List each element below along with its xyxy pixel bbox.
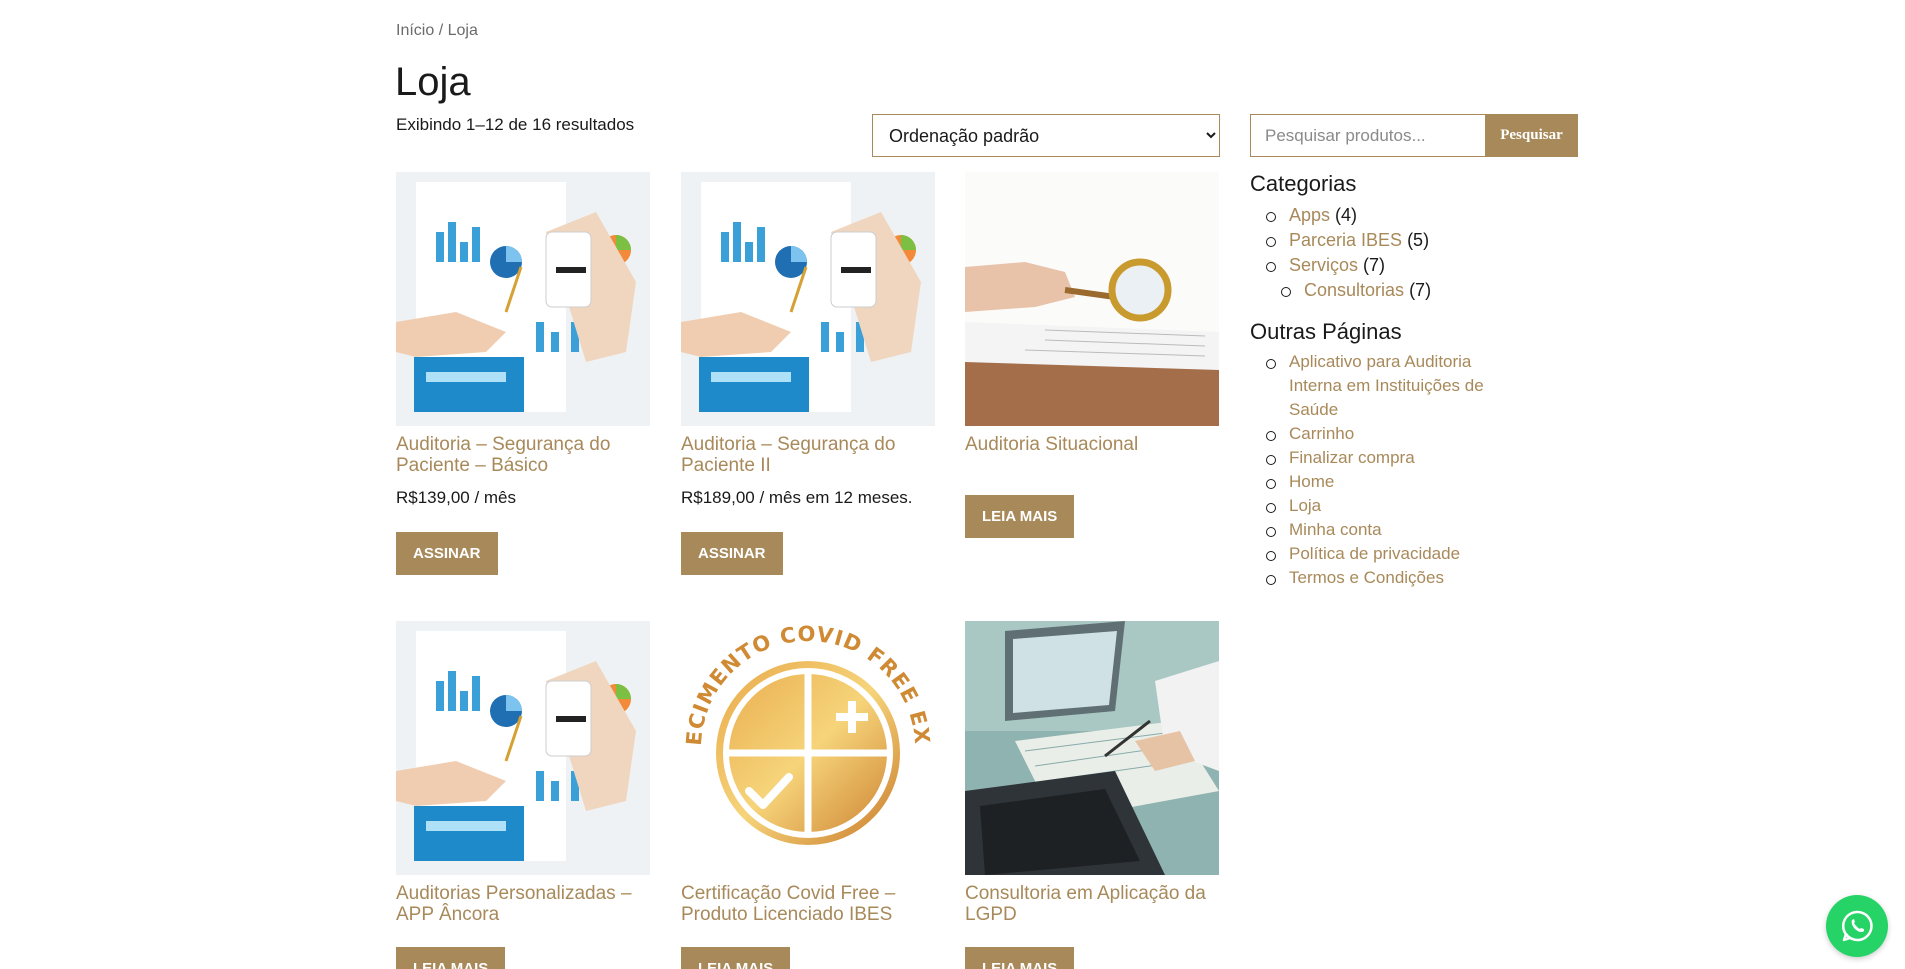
result-count: Exibindo 1–12 de 16 resultados xyxy=(396,115,635,134)
read-more-button[interactable]: Leia mais xyxy=(965,947,1075,969)
page-link-loja[interactable]: Loja xyxy=(1289,496,1321,515)
page-link-app-auditoria[interactable]: Aplicativo para Auditoria Interna em Ins… xyxy=(1289,352,1484,419)
product-price: R$139,00 / mês xyxy=(396,488,517,507)
charts-phone-illustration xyxy=(396,172,650,426)
product-title[interactable]: Consultoria em Aplicação da LGPD xyxy=(965,883,1219,925)
product-card: Consultoria em Aplicação da LGPD Leia ma… xyxy=(965,621,1219,969)
category-count: (7) xyxy=(1409,280,1432,300)
read-more-button[interactable]: Leia mais xyxy=(965,495,1075,538)
page-item: Loja xyxy=(1266,494,1496,518)
page-item: Aplicativo para Auditoria Interna em Ins… xyxy=(1266,350,1496,422)
laptop-writing-photo xyxy=(965,621,1219,875)
product-title[interactable]: Certificação Covid Free – Produto Licenc… xyxy=(681,883,935,925)
page-link-minha-conta[interactable]: Minha conta xyxy=(1289,520,1382,539)
breadcrumb: Início / Loja xyxy=(396,22,478,40)
search-input[interactable] xyxy=(1250,114,1485,157)
product-card: Auditoria – Segurança do Paciente – Bási… xyxy=(396,172,650,575)
product-search-form: Pesquisar xyxy=(1250,114,1578,157)
category-link[interactable]: Consultorias xyxy=(1304,280,1404,300)
category-item-apps: Apps (4) xyxy=(1266,203,1431,228)
category-link[interactable]: Apps xyxy=(1289,205,1330,225)
product-image-laptop[interactable] xyxy=(965,621,1219,875)
product-price: R$189,00 / mês em 12 meses. xyxy=(681,488,913,507)
search-button[interactable]: Pesquisar xyxy=(1485,114,1578,157)
subscribe-button[interactable]: Assinar xyxy=(396,532,498,575)
category-item-consultorias: Consultorias (7) xyxy=(1281,278,1431,303)
page-item: Finalizar compra xyxy=(1266,446,1496,470)
breadcrumb-home-link[interactable]: Início xyxy=(396,22,434,39)
product-card: Auditorias Personalizadas – APP Âncora L… xyxy=(396,621,650,969)
other-pages-list: Aplicativo para Auditoria Interna em Ins… xyxy=(1266,350,1496,590)
product-image-charts-phone[interactable] xyxy=(681,172,935,426)
covid-free-seal: ESTABELECIMENTO COVID FREE EXCELENTE xyxy=(681,621,935,875)
product-title[interactable]: Auditoria – Segurança do Paciente – Bási… xyxy=(396,434,650,476)
category-link[interactable]: Serviços xyxy=(1289,255,1358,275)
product-title[interactable]: Auditorias Personalizadas – APP Âncora xyxy=(396,883,650,925)
page-link-carrinho[interactable]: Carrinho xyxy=(1289,424,1354,443)
read-more-button[interactable]: Leia mais xyxy=(681,947,791,969)
page-link-home[interactable]: Home xyxy=(1289,472,1334,491)
page-link-termos[interactable]: Termos e Condições xyxy=(1289,568,1444,587)
other-pages-title: Outras Páginas xyxy=(1250,319,1402,344)
breadcrumb-current: Loja xyxy=(447,22,478,39)
page-link-privacidade[interactable]: Política de privacidade xyxy=(1289,544,1460,563)
charts-phone-illustration xyxy=(681,172,935,426)
product-image-magnifier[interactable] xyxy=(965,172,1219,426)
charts-phone-illustration xyxy=(396,621,650,875)
product-title[interactable]: Auditoria Situacional xyxy=(965,434,1219,455)
product-card: Auditoria Situacional Leia mais xyxy=(965,172,1219,538)
read-more-button[interactable]: Leia mais xyxy=(396,947,506,969)
whatsapp-button[interactable] xyxy=(1826,895,1888,957)
category-count: (4) xyxy=(1335,205,1358,225)
categories-title: Categorias xyxy=(1250,171,1357,196)
magnifying-glass-photo xyxy=(965,172,1219,426)
product-card: ESTABELECIMENTO COVID FREE EXCELENTE Cer… xyxy=(681,621,935,969)
product-title[interactable]: Auditoria – Segurança do Paciente II xyxy=(681,434,935,476)
page-item: Carrinho xyxy=(1266,422,1496,446)
categories-list: Apps (4) Parceria IBES (5) Serviços (7) … xyxy=(1266,203,1431,303)
page-item: Política de privacidade xyxy=(1266,542,1496,566)
category-count: (5) xyxy=(1407,230,1430,250)
ordering-select[interactable]: Ordenação padrão xyxy=(872,114,1220,157)
whatsapp-icon xyxy=(1841,910,1873,942)
breadcrumb-separator: / xyxy=(434,22,448,39)
subscribe-button[interactable]: Assinar xyxy=(681,532,783,575)
category-count: (7) xyxy=(1363,255,1386,275)
page-item: Home xyxy=(1266,470,1496,494)
category-item-parceria-ibes: Parceria IBES (5) xyxy=(1266,228,1431,253)
page-title: Loja xyxy=(395,60,471,104)
page-item: Termos e Condições xyxy=(1266,566,1496,590)
page-link-finalizar-compra[interactable]: Finalizar compra xyxy=(1289,448,1415,467)
product-image-charts-phone[interactable] xyxy=(396,621,650,875)
product-image-covid-badge[interactable]: ESTABELECIMENTO COVID FREE EXCELENTE xyxy=(681,621,935,875)
category-item-servicos: Serviços (7) xyxy=(1266,253,1431,278)
product-image-charts-phone[interactable] xyxy=(396,172,650,426)
category-link[interactable]: Parceria IBES xyxy=(1289,230,1402,250)
page-item: Minha conta xyxy=(1266,518,1496,542)
product-card: Auditoria – Segurança do Paciente II R$1… xyxy=(681,172,935,575)
